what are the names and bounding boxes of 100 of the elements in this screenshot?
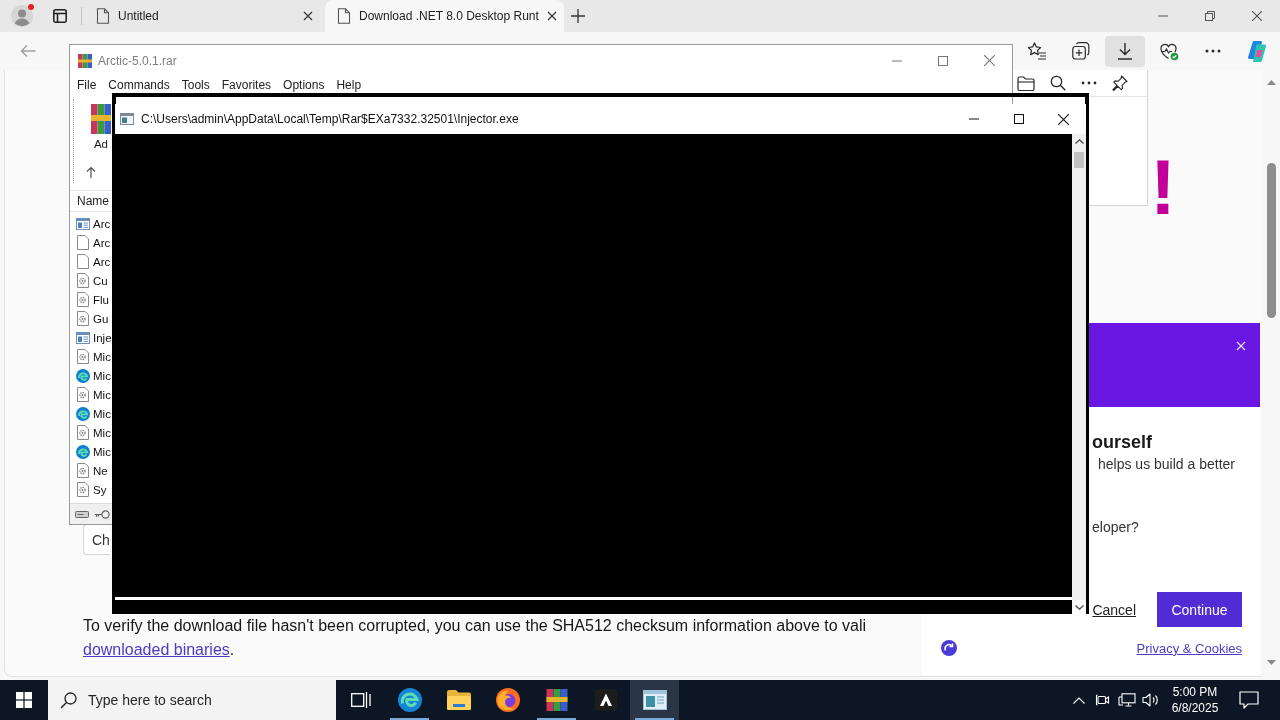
triangle-logo-icon bbox=[594, 689, 617, 711]
scrollbar-thumb[interactable] bbox=[1266, 163, 1276, 318]
page-icon bbox=[337, 8, 351, 24]
add-button[interactable]: Ad bbox=[90, 103, 112, 151]
binaries-link[interactable]: downloaded binaries bbox=[83, 641, 230, 658]
profile-avatar-icon[interactable] bbox=[11, 5, 33, 27]
minimize-icon[interactable] bbox=[968, 118, 979, 120]
gear-file-icon bbox=[76, 482, 90, 497]
scrollbar-thumb[interactable] bbox=[1074, 152, 1084, 168]
star-list-icon bbox=[1027, 42, 1047, 60]
window-icon bbox=[120, 113, 134, 125]
search-field[interactable]: Type here to search bbox=[48, 680, 336, 720]
file-row[interactable]: Flu bbox=[70, 290, 109, 309]
page-button[interactable]: Ch bbox=[83, 524, 110, 555]
ribbon-logo-icon bbox=[1246, 40, 1268, 62]
window-tab-icon[interactable] bbox=[53, 9, 67, 23]
continue-button[interactable]: Continue bbox=[1157, 592, 1242, 627]
close-icon[interactable] bbox=[546, 11, 557, 21]
menu-item[interactable]: Favorites bbox=[221, 78, 272, 92]
plus-icon[interactable] bbox=[571, 9, 585, 23]
download-icon bbox=[1117, 42, 1133, 60]
drive-icon bbox=[75, 510, 89, 518]
more-icon[interactable] bbox=[1081, 81, 1097, 85]
gear-file-icon bbox=[76, 425, 90, 440]
window-title: C:\Users\admin\AppData\Local\Temp\Rar$EXa7332.32501\Injector.exe bbox=[141, 112, 519, 126]
file-row[interactable]: Cu bbox=[70, 271, 108, 290]
page-heading: ! bbox=[1150, 150, 1176, 224]
scroll-down-icon[interactable] bbox=[1074, 604, 1084, 610]
file-row[interactable]: Arc bbox=[70, 214, 111, 233]
menu-item[interactable]: Tools bbox=[181, 78, 210, 92]
stacked-squares-plus-icon bbox=[1071, 41, 1091, 61]
camera-icon[interactable] bbox=[1095, 693, 1111, 707]
swirl-icon bbox=[76, 406, 90, 421]
gear-file-icon bbox=[76, 273, 90, 288]
file-row[interactable]: Arc bbox=[70, 252, 111, 271]
search-icon bbox=[60, 691, 77, 709]
file-row[interactable]: Arc bbox=[70, 233, 111, 252]
clock-date: 6/8/2025 bbox=[1171, 700, 1219, 716]
menu-item[interactable]: File bbox=[77, 78, 97, 92]
folder-icon bbox=[446, 690, 471, 710]
notification-icon[interactable] bbox=[1239, 691, 1259, 709]
menu-item[interactable]: Options bbox=[283, 78, 325, 92]
blank-file-icon bbox=[76, 235, 90, 250]
file-row[interactable]: Gu bbox=[70, 309, 109, 328]
file-row[interactable]: Mic bbox=[70, 347, 111, 366]
four-squares-icon bbox=[16, 692, 32, 708]
gear-file-icon bbox=[76, 349, 90, 364]
file-row[interactable]: Mic bbox=[70, 442, 111, 461]
pin-icon[interactable] bbox=[1112, 75, 1128, 91]
menu-item[interactable]: Help bbox=[336, 78, 362, 92]
network-icon[interactable] bbox=[1118, 693, 1136, 707]
heart-pulse-icon bbox=[1159, 41, 1179, 61]
column-header[interactable]: Name bbox=[77, 194, 109, 208]
file-row[interactable]: Mic bbox=[70, 423, 111, 442]
window-file-icon bbox=[76, 331, 90, 344]
file-row[interactable]: Mic bbox=[70, 366, 111, 385]
privacy-link[interactable]: Privacy & Cookies bbox=[1136, 640, 1242, 656]
file-row[interactable]: Mic bbox=[70, 385, 111, 404]
book-stack-icon bbox=[77, 52, 93, 69]
verify-paragraph: To verify the download file hasn't been corrupted, you can use the SHA512 checksum information above to vali downloaded binaries. bbox=[83, 616, 867, 660]
maximize-icon[interactable] bbox=[1013, 114, 1024, 124]
up-arrow-icon[interactable] bbox=[86, 166, 96, 178]
swirl-icon bbox=[397, 688, 422, 712]
window-file-icon bbox=[76, 217, 90, 230]
scroll-up-icon[interactable] bbox=[1074, 138, 1084, 144]
restore-icon[interactable] bbox=[1204, 11, 1215, 21]
search-input[interactable]: Type here to search bbox=[88, 692, 318, 708]
page-icon bbox=[96, 8, 110, 24]
cancel-link[interactable]: Cancel bbox=[1092, 601, 1136, 618]
downloads-button[interactable] bbox=[1105, 35, 1145, 67]
close-icon[interactable] bbox=[303, 11, 313, 21]
file-row[interactable]: Ne bbox=[70, 461, 108, 480]
more-icon bbox=[1205, 49, 1221, 53]
gear-file-icon bbox=[76, 387, 90, 402]
folder-icon[interactable] bbox=[1017, 75, 1035, 91]
notification-dot-icon bbox=[28, 4, 34, 10]
blank-file-icon bbox=[76, 254, 90, 269]
file-row[interactable]: Inje bbox=[70, 328, 112, 347]
taskbar-button[interactable] bbox=[630, 680, 679, 720]
gear-file-icon bbox=[76, 311, 90, 326]
book-stack-icon bbox=[90, 103, 112, 135]
menu-item[interactable]: Commands bbox=[108, 78, 170, 92]
task-view-icon bbox=[350, 691, 371, 709]
popup-text: helps us build a better bbox=[1098, 455, 1235, 473]
file-row[interactable]: Mic bbox=[70, 404, 111, 423]
window-icon bbox=[642, 690, 667, 710]
browser-tab[interactable]: Untitled bbox=[84, 0, 323, 32]
search-icon[interactable] bbox=[1050, 75, 1066, 91]
clock-time: 5:00 PM bbox=[1172, 684, 1218, 700]
book-stack-icon bbox=[545, 688, 568, 712]
key-icon bbox=[94, 509, 110, 519]
browser-tab[interactable]: Download .NET 8.0 Desktop Runt bbox=[325, 0, 564, 32]
close-icon[interactable] bbox=[1058, 113, 1069, 125]
window-title: Arctic-5.0.1.rar bbox=[98, 53, 177, 68]
gear-file-icon bbox=[76, 292, 90, 307]
file-row[interactable]: Sy bbox=[70, 480, 107, 499]
popup-text: eloper? bbox=[1092, 518, 1139, 536]
volume-icon[interactable] bbox=[1142, 693, 1160, 707]
swirl-icon bbox=[76, 368, 90, 383]
chevron-up-icon[interactable] bbox=[1073, 696, 1085, 704]
